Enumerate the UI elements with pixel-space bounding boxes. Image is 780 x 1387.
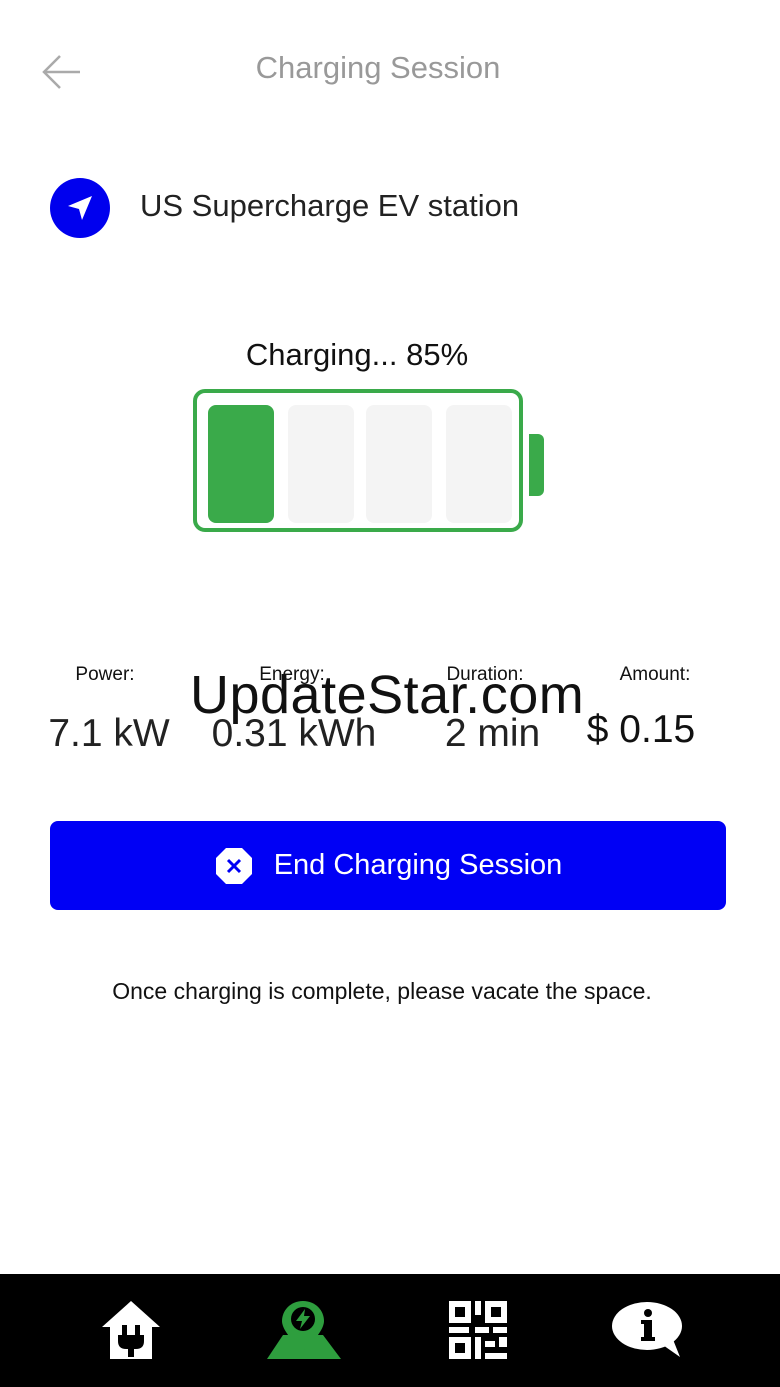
watermark: UpdateStar.com xyxy=(190,665,585,725)
end-charging-session-button[interactable]: End Charging Session xyxy=(50,821,726,910)
power-value: 7.1 kW xyxy=(48,712,170,755)
nav-home-plug[interactable] xyxy=(91,1292,171,1368)
station-name: US Supercharge EV station xyxy=(140,188,520,223)
amount-value: $ 0.15 xyxy=(586,708,696,751)
navigation-arrow-icon[interactable] xyxy=(50,178,110,238)
amount-label: Amount: xyxy=(619,664,691,685)
nav-info[interactable] xyxy=(608,1292,688,1368)
battery-cell-empty xyxy=(288,405,354,523)
battery-cell-empty xyxy=(366,405,432,523)
charging-status-label: Charging... 85% xyxy=(245,337,469,372)
qr-code-icon xyxy=(449,1301,507,1359)
battery-terminal xyxy=(529,434,544,496)
home-plug-icon xyxy=(102,1301,160,1359)
page-title: Charging Session xyxy=(255,50,501,85)
close-octagon-icon xyxy=(215,847,252,884)
map-charging-pin-icon xyxy=(267,1301,341,1359)
end-session-label: End Charging Session xyxy=(273,849,563,881)
battery-cell-filled xyxy=(208,405,274,523)
nav-qr-scan[interactable] xyxy=(438,1292,518,1368)
power-label: Power: xyxy=(75,664,135,685)
nav-map-stations[interactable] xyxy=(263,1292,343,1368)
battery-cell-empty xyxy=(446,405,512,523)
vacate-note: Once charging is complete, please vacate… xyxy=(112,978,652,1004)
info-bubble-icon xyxy=(612,1302,682,1357)
